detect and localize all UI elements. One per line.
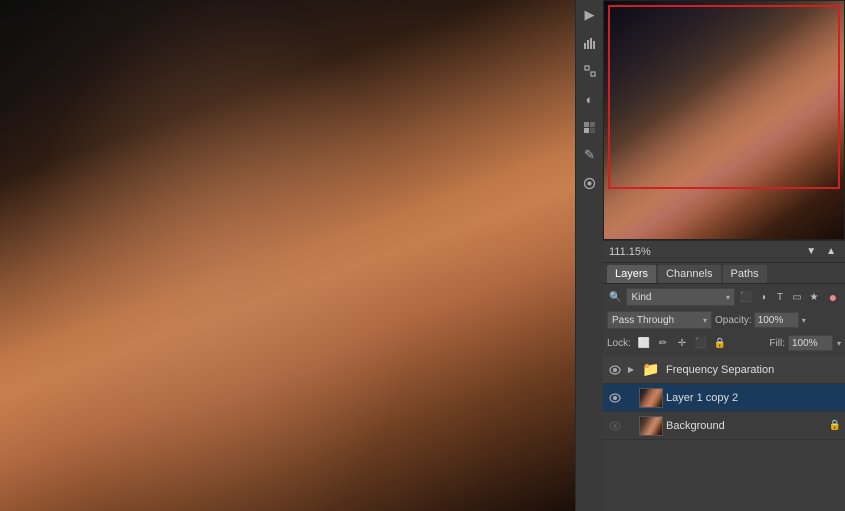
layer-item[interactable]: ▶ 📁 Frequency Separation xyxy=(603,356,845,384)
search-icon: 🔍 xyxy=(607,292,623,303)
layer-visibility-toggle[interactable] xyxy=(607,362,623,378)
smart-filter-icon[interactable]: ★ xyxy=(806,289,822,305)
opacity-label: Opacity: xyxy=(715,315,752,326)
zoom-bar: 111.15% ▼ ▲ xyxy=(603,240,845,262)
shape-filter-icon[interactable]: ▭ xyxy=(789,289,805,305)
pixel-filter-icon[interactable]: ⬛ xyxy=(738,289,754,305)
zoom-increase-button[interactable]: ▲ xyxy=(823,245,839,258)
brush-tool-icon[interactable]: ✎ xyxy=(579,144,601,166)
zoom-decrease-button[interactable]: ▼ xyxy=(803,245,819,258)
layer-thumbnail xyxy=(639,416,663,436)
smart-object-icon[interactable] xyxy=(579,172,601,194)
layer-thumbnail xyxy=(639,388,663,408)
swatches-icon[interactable] xyxy=(579,116,601,138)
clone-stamp-icon[interactable] xyxy=(579,60,601,82)
zoom-level: 111.15% xyxy=(609,246,799,258)
lock-paint-icon[interactable]: ✏ xyxy=(655,335,671,351)
canvas-area xyxy=(0,0,575,511)
layer-list: ▶ 📁 Frequency Separation Layer 1 copy 2 xyxy=(603,356,845,511)
blend-opacity-row: Pass Through ▾ Opacity: 100% ▾ xyxy=(607,310,841,330)
blend-mode-dropdown[interactable]: Pass Through ▾ xyxy=(607,311,712,329)
photo-background xyxy=(0,0,575,511)
layer-name: Background xyxy=(666,420,824,432)
lock-fill-row: Lock: ⬜ ✏ ✛ ⬛ 🔒 Fill: 100% ▾ xyxy=(607,333,841,353)
thumbnail-panel xyxy=(603,0,845,240)
filter-row: 🔍 Kind ▾ ⬛ ◑ T ▭ ★ ● xyxy=(607,287,841,307)
tab-channels[interactable]: Channels xyxy=(658,265,720,283)
kind-dropdown-arrow: ▾ xyxy=(726,293,730,302)
layers-tab-bar: Layers Channels Paths xyxy=(603,262,845,284)
histogram-icon[interactable] xyxy=(579,32,601,54)
layer-name: Layer 1 copy 2 xyxy=(666,392,841,404)
fill-label: Fill: xyxy=(769,338,785,349)
layer-indent xyxy=(626,418,636,434)
filter-toggle[interactable]: ● xyxy=(825,289,841,305)
main-canvas xyxy=(0,0,575,511)
lock-label: Lock: xyxy=(607,338,631,349)
adjustment-filter-icon[interactable]: ◑ xyxy=(755,289,771,305)
lock-move-icon[interactable]: ✛ xyxy=(674,335,690,351)
lock-artboard-icon[interactable]: ⬛ xyxy=(693,335,709,351)
play-icon[interactable]: ▶ xyxy=(579,4,601,26)
opacity-arrow: ▾ xyxy=(802,316,806,325)
filter-icons: ⬛ ◑ T ▭ ★ xyxy=(738,289,822,305)
layer-visibility-toggle[interactable] xyxy=(607,390,623,406)
panels-area: 111.15% ▼ ▲ Layers Channels Paths 🔍 Kind xyxy=(603,0,845,511)
layer-name: Frequency Separation xyxy=(666,364,841,376)
layer-item[interactable]: Layer 1 copy 2 xyxy=(603,384,845,412)
group-folder-icon: 📁 xyxy=(639,360,663,380)
type-filter-icon[interactable]: T xyxy=(772,289,788,305)
lock-indicator: 🔒 xyxy=(829,420,841,431)
tab-layers[interactable]: Layers xyxy=(607,265,656,283)
lock-all-icon[interactable]: 🔒 xyxy=(712,335,728,351)
group-expand-arrow[interactable]: ▶ xyxy=(626,362,636,378)
right-panel: ▶ ◐ ✎ xyxy=(575,0,845,511)
fill-input[interactable]: 100% xyxy=(788,335,833,351)
opacity-control: Opacity: 100% ▾ xyxy=(715,311,806,329)
lock-transparent-icon[interactable]: ⬜ xyxy=(636,335,652,351)
layer-item[interactable]: Background 🔒 xyxy=(603,412,845,440)
layers-controls: 🔍 Kind ▾ ⬛ ◑ T ▭ ★ ● Pass Through xyxy=(603,284,845,356)
opacity-input[interactable]: 100% xyxy=(754,312,799,328)
layer-indent xyxy=(626,390,636,406)
fill-arrow: ▾ xyxy=(837,339,841,348)
tool-sidebar: ▶ ◐ ✎ xyxy=(575,0,603,511)
blend-mode-arrow: ▾ xyxy=(703,316,707,325)
kind-dropdown[interactable]: Kind ▾ xyxy=(626,288,735,306)
layer-visibility-toggle[interactable] xyxy=(607,418,623,434)
thumbnail-image xyxy=(604,1,844,239)
color-wheel-icon[interactable]: ◐ xyxy=(579,88,601,110)
tab-paths[interactable]: Paths xyxy=(723,265,767,283)
